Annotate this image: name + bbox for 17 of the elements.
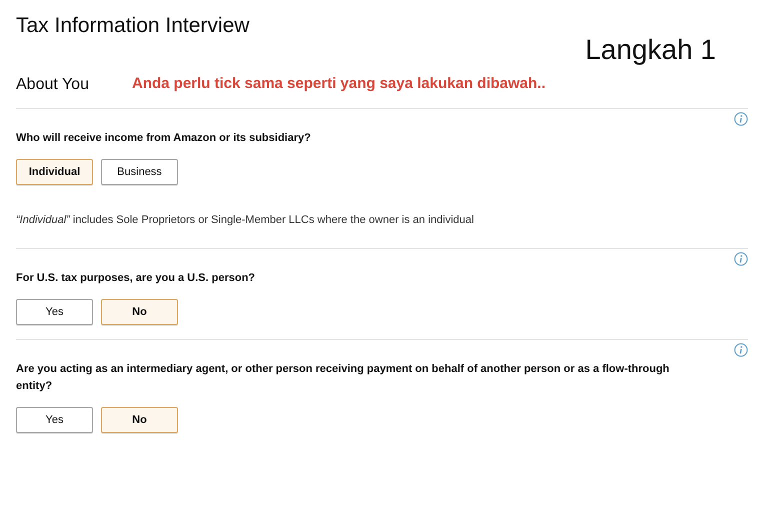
note-text: “Individual” includes Sole Proprietors or Single-Member LLCs where the owner is an individual — [16, 214, 475, 226]
annotation-text: Anda perlu tick sama seperti yang saya lakukan dibawah.. — [132, 76, 546, 89]
question-text: Who will receive income from Amazon or its subsidiary? — [16, 131, 312, 146]
option-button[interactable]: Yes — [16, 407, 93, 433]
step-label: Langkah 1 — [585, 34, 716, 66]
section-title: About You — [16, 76, 90, 94]
option-button[interactable]: Yes — [16, 299, 93, 325]
info-icon[interactable] — [734, 252, 748, 266]
question-text: Are you acting as an intermediary agent, or other person receiving payment on behalf of another person or as a flow-through entity? — [16, 362, 670, 394]
option-button[interactable]: No — [101, 299, 178, 325]
info-icon[interactable] — [734, 343, 748, 357]
page-title: Tax Information Interview — [16, 14, 250, 38]
question-text: For U.S. tax purposes, are you a U.S. person? — [16, 271, 256, 286]
option-button[interactable]: No — [101, 407, 178, 433]
info-icon[interactable] — [734, 112, 748, 126]
option-button[interactable]: Individual — [16, 159, 93, 185]
option-button[interactable]: Business — [101, 159, 178, 185]
